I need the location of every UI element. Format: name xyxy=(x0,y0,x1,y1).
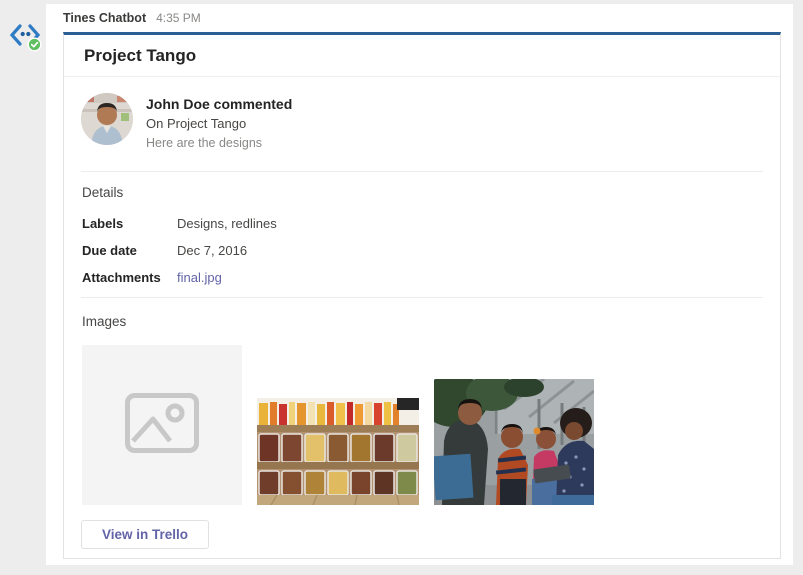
details-section: Details Labels Designs, redlines Due dat… xyxy=(82,172,762,286)
woman-figure xyxy=(556,408,594,505)
verified-check-icon xyxy=(28,38,41,51)
fact-table: Labels Designs, redlines Due date Dec 7,… xyxy=(82,216,762,286)
images-heading: Images xyxy=(82,314,762,329)
card-title-row: Project Tango xyxy=(64,35,780,77)
activity-message: Here are the designs xyxy=(146,134,292,153)
image-placeholder[interactable] xyxy=(82,345,242,505)
card-title: Project Tango xyxy=(84,43,760,68)
fact-row-labels: Labels Designs, redlines xyxy=(82,216,762,232)
fact-value: Designs, redlines xyxy=(177,216,277,232)
connector-card: Project Tango John Doe commented On Proj… xyxy=(63,32,781,559)
message-header: Tines Chatbot 4:35 PM xyxy=(63,11,201,25)
fact-label: Attachments xyxy=(82,270,177,286)
view-in-trello-button[interactable]: View in Trello xyxy=(81,520,209,549)
details-heading: Details xyxy=(82,185,762,200)
colorful-sticks xyxy=(259,402,399,425)
fact-row-attachments: Attachments final.jpg xyxy=(82,270,762,286)
message-timestamp: 4:35 PM xyxy=(156,11,201,25)
activity-text: John Doe commented On Project Tango Here… xyxy=(146,93,292,153)
fact-label: Due date xyxy=(82,243,177,259)
girl-figure xyxy=(532,427,560,505)
fact-value: Dec 7, 2016 xyxy=(177,243,247,259)
image-row xyxy=(82,345,762,505)
bot-avatar[interactable] xyxy=(9,19,43,53)
bins-row-1 xyxy=(259,434,417,462)
tines-bot-icon xyxy=(9,40,43,57)
broken-image-icon xyxy=(125,393,199,458)
fact-row-due-date: Due date Dec 7, 2016 xyxy=(82,243,762,259)
bins-row-2 xyxy=(259,471,417,495)
activity-block: John Doe commented On Project Tango Here… xyxy=(81,93,760,153)
jeans xyxy=(552,495,594,505)
images-section: Images xyxy=(82,298,762,505)
attachment-link[interactable]: final.jpg xyxy=(177,270,222,286)
family-photo[interactable] xyxy=(434,379,594,505)
john-doe-avatar xyxy=(81,93,133,145)
sender-name[interactable]: Tines Chatbot xyxy=(63,11,146,25)
activity-title: John Doe commented xyxy=(146,95,292,114)
fact-label: Labels xyxy=(82,216,177,232)
activity-subtitle: On Project Tango xyxy=(146,114,292,134)
action-row: View in Trello xyxy=(81,520,763,549)
containers-photo[interactable] xyxy=(257,398,419,505)
